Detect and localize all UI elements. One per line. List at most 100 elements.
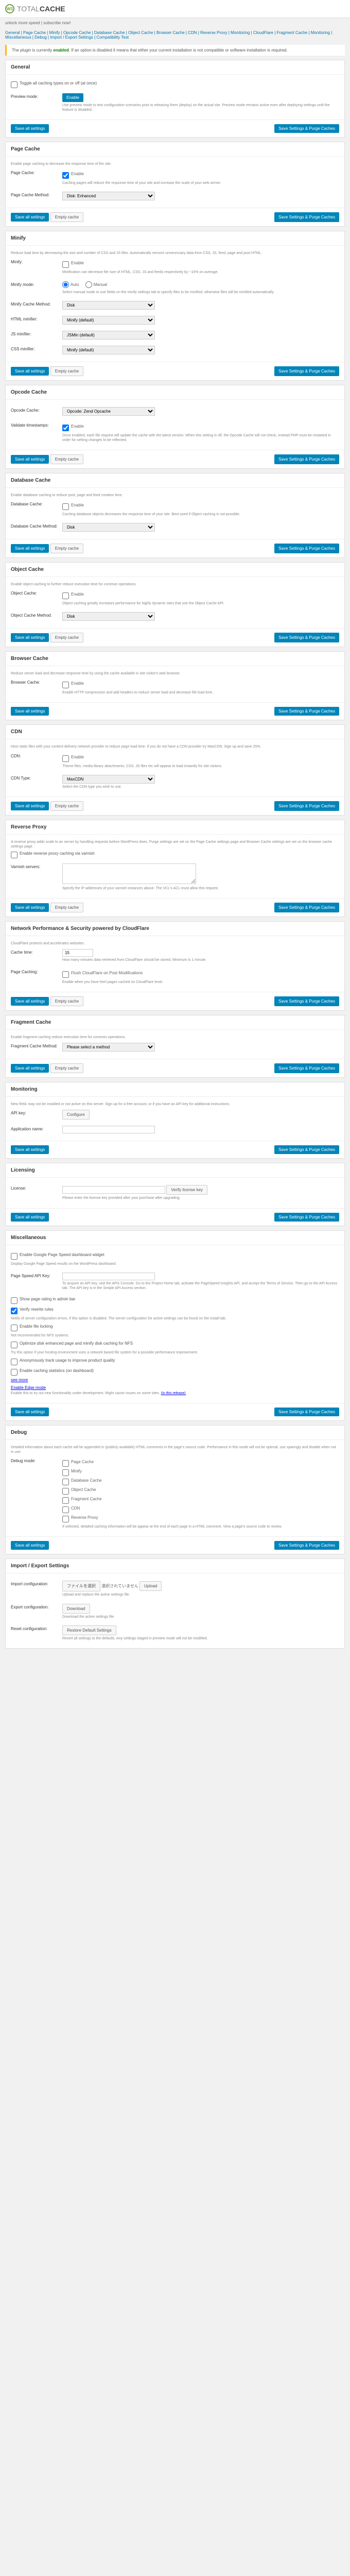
- file-locking-checkbox[interactable]: [11, 1325, 18, 1331]
- misc-header: Miscellaneous: [6, 1231, 344, 1245]
- opcode-cache-select[interactable]: Opcode: Zend Opcache: [62, 407, 155, 416]
- license-input[interactable]: [62, 1186, 165, 1194]
- save-purge-button[interactable]: Save Settings & Purge Caches: [274, 124, 339, 133]
- cache-time-input[interactable]: [62, 949, 93, 957]
- page-cache-method-select[interactable]: Disk: Enhanced: [62, 192, 155, 200]
- cf-page-caching-label: Page Caching:: [11, 969, 62, 974]
- cdn-checkbox[interactable]: [62, 755, 69, 762]
- save-all-button[interactable]: Save all settings: [11, 707, 49, 716]
- toggle-all-checkbox[interactable]: [11, 81, 18, 88]
- object-method-select[interactable]: Disk: [62, 612, 155, 621]
- save-all-button[interactable]: Save all settings: [11, 544, 49, 553]
- varnish-servers-textarea[interactable]: [62, 863, 196, 884]
- fragment-method-select[interactable]: Please select a method: [62, 1043, 155, 1052]
- css-minifier-select[interactable]: Minify (default): [62, 346, 155, 354]
- save-purge-button[interactable]: Save Settings & Purge Caches: [274, 633, 339, 642]
- empty-cache-button[interactable]: Empty cache: [50, 1063, 83, 1073]
- js-minifier-select[interactable]: JSMin (default): [62, 331, 155, 340]
- minify-mode-auto-radio[interactable]: [62, 281, 69, 288]
- save-purge-button[interactable]: Save Settings & Purge Caches: [274, 1063, 339, 1073]
- cache-stats-checkbox[interactable]: [11, 1369, 18, 1376]
- database-cache-checkbox[interactable]: [62, 503, 69, 510]
- save-purge-button[interactable]: Save Settings & Purge Caches: [274, 996, 339, 1006]
- save-purge-button[interactable]: Save Settings & Purge Caches: [274, 1541, 339, 1550]
- cdn-type-select[interactable]: MaxCDN: [62, 775, 155, 784]
- debug-page-checkbox[interactable]: [62, 1460, 69, 1467]
- debug-varnish-checkbox[interactable]: [62, 1516, 69, 1522]
- browser-cache-checkbox[interactable]: [62, 682, 69, 688]
- save-purge-button[interactable]: Save Settings & Purge Caches: [274, 1213, 339, 1222]
- edge-mode-link[interactable]: Enable Edge mode: [11, 1385, 46, 1390]
- save-all-button[interactable]: Save all settings: [11, 802, 49, 810]
- verify-license-button[interactable]: Verify license key: [166, 1185, 207, 1195]
- save-all-button[interactable]: Save all settings: [11, 124, 49, 133]
- save-purge-button[interactable]: Save Settings & Purge Caches: [274, 454, 339, 464]
- empty-cache-button[interactable]: Empty cache: [50, 633, 83, 642]
- optimize-disk-checkbox[interactable]: [11, 1342, 18, 1348]
- save-all-button[interactable]: Save all settings: [11, 997, 49, 1006]
- debug-object-checkbox[interactable]: [62, 1488, 69, 1495]
- html-minifier-select[interactable]: Minify (default): [62, 316, 155, 325]
- save-purge-button[interactable]: Save Settings & Purge Caches: [274, 903, 339, 912]
- save-purge-button[interactable]: Save Settings & Purge Caches: [274, 366, 339, 376]
- gps-widget-checkbox[interactable]: [11, 1253, 18, 1260]
- empty-cache-button[interactable]: Empty cache: [50, 996, 83, 1006]
- save-all-button[interactable]: Save all settings: [11, 1408, 49, 1416]
- save-purge-button[interactable]: Save Settings & Purge Caches: [274, 544, 339, 553]
- debug-cdn-checkbox[interactable]: [62, 1506, 69, 1513]
- debug-minify-checkbox[interactable]: [62, 1469, 69, 1476]
- restore-defaults-button[interactable]: Restore Default Settings: [62, 1625, 116, 1635]
- debug-db-checkbox[interactable]: [62, 1479, 69, 1485]
- empty-cache-button[interactable]: Empty cache: [50, 544, 83, 553]
- save-all-button[interactable]: Save all settings: [11, 903, 49, 912]
- cf-flush-checkbox[interactable]: [62, 971, 69, 978]
- upload-button[interactable]: Upload: [139, 1581, 162, 1591]
- varnish-checkbox[interactable]: [11, 852, 18, 858]
- empty-cache-button[interactable]: Empty cache: [50, 366, 83, 376]
- section-browser: Browser Cache Reduce server load and dec…: [5, 651, 345, 720]
- admin-bar-checkbox[interactable]: [11, 1297, 18, 1304]
- minify-cache-method-select[interactable]: Disk: [62, 301, 155, 310]
- save-all-button[interactable]: Save all settings: [11, 633, 49, 642]
- html-minifier-label: HTML minifier:: [11, 316, 62, 321]
- minify-checkbox[interactable]: [62, 261, 69, 268]
- page-cache-checkbox[interactable]: [62, 172, 69, 179]
- debug-fragment-checkbox[interactable]: [62, 1497, 69, 1504]
- debug-header: Debug: [6, 1426, 344, 1440]
- save-purge-button[interactable]: Save Settings & Purge Caches: [274, 1408, 339, 1416]
- download-button[interactable]: Download: [62, 1604, 90, 1614]
- save-all-button[interactable]: Save all settings: [11, 213, 49, 222]
- anon-track-checkbox[interactable]: [11, 1359, 18, 1365]
- cdn-header: CDN: [6, 725, 344, 739]
- database-method-select[interactable]: Disk: [62, 523, 155, 532]
- save-all-button[interactable]: Save all settings: [11, 1541, 49, 1550]
- verify-rewrite-checkbox[interactable]: [11, 1308, 18, 1314]
- file-select-button[interactable]: ファイルを選択: [62, 1581, 100, 1591]
- save-purge-button[interactable]: Save Settings & Purge Caches: [274, 212, 339, 222]
- object-cache-checkbox[interactable]: [62, 592, 69, 599]
- empty-cache-button[interactable]: Empty cache: [50, 801, 83, 811]
- cache-stats-link[interactable]: see more: [11, 1378, 28, 1382]
- preview-enable-button[interactable]: Enable: [62, 93, 83, 102]
- validate-timestamps-checkbox[interactable]: [62, 425, 69, 431]
- gps-key-label: Page Speed API Key:: [11, 1273, 62, 1278]
- export-label: Export configuration:: [11, 1604, 62, 1609]
- save-purge-button[interactable]: Save Settings & Purge Caches: [274, 707, 339, 716]
- empty-cache-button[interactable]: Empty cache: [50, 212, 83, 222]
- section-fragment: Fragment Cache Enable fragment caching r…: [5, 1015, 345, 1078]
- save-all-button[interactable]: Save all settings: [11, 1145, 49, 1154]
- empty-cache-button[interactable]: Empty cache: [50, 903, 83, 912]
- configure-button[interactable]: Configure: [62, 1110, 90, 1120]
- app-name-input[interactable]: [62, 1126, 155, 1133]
- minify-mode-manual-radio[interactable]: [85, 281, 92, 288]
- save-purge-button[interactable]: Save Settings & Purge Caches: [274, 801, 339, 811]
- gps-key-input[interactable]: [62, 1273, 155, 1280]
- nav-links[interactable]: General | Page Cache | Minify | Opcode C…: [0, 28, 350, 42]
- save-all-button[interactable]: Save all settings: [11, 1064, 49, 1073]
- save-all-button[interactable]: Save all settings: [11, 455, 49, 464]
- save-purge-button[interactable]: Save Settings & Purge Caches: [274, 1145, 339, 1154]
- edge-mode-release-link[interactable]: (in this release): [161, 1392, 186, 1395]
- save-all-button[interactable]: Save all settings: [11, 367, 49, 376]
- save-all-button[interactable]: Save all settings: [11, 1213, 49, 1222]
- empty-cache-button[interactable]: Empty cache: [50, 454, 83, 464]
